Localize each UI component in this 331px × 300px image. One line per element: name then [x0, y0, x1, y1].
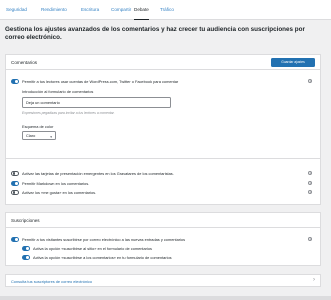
tab-escritura[interactable]: Escritura — [81, 0, 99, 20]
subscribers-link-card[interactable]: Consulta tus suscriptores de correo elec… — [5, 274, 321, 287]
tab-debate[interactable]: Debate — [134, 0, 149, 20]
social-login-label: Permitir a tus lectores usar cuentas de … — [22, 79, 179, 84]
social-login-toggle[interactable] — [11, 79, 19, 84]
toggle-knob — [12, 172, 16, 176]
toggle-knob — [15, 79, 19, 83]
subscriptions-card-header: Suscripciones — [6, 213, 320, 228]
tab-rendimiento[interactable]: Rendimiento — [41, 0, 67, 20]
comments-card-header: Comentarios Guardar ajustes — [6, 55, 320, 70]
subscriptions-heading: Suscripciones — [11, 218, 40, 223]
save-settings-button[interactable]: Guardar ajustes — [271, 58, 315, 67]
hovercards-toggle[interactable] — [11, 171, 19, 176]
chevron-down-icon: ▾ — [50, 134, 52, 139]
divider — [6, 158, 320, 159]
tab-trafico[interactable]: Tráfico — [160, 0, 174, 20]
info-icon[interactable]: i — [308, 79, 313, 84]
markdown-toggle[interactable] — [11, 181, 19, 186]
toggle-knob — [15, 181, 19, 185]
toggle-knob — [26, 246, 30, 250]
site-subscription-label: Activa la opción «suscribirse al sitio» … — [33, 246, 152, 251]
site-subscription-toggle[interactable] — [22, 246, 30, 251]
info-icon[interactable]: i — [308, 171, 313, 176]
section-tabs: Seguridad Rendimiento Escritura Comparti… — [0, 0, 331, 20]
info-icon[interactable]: i — [308, 237, 313, 242]
toggle-knob — [26, 255, 30, 259]
page-title: Gestiona los ajustes avanzados de los co… — [5, 26, 305, 42]
color-scheme-value: Claro — [26, 133, 36, 138]
subscriptions-toggle[interactable] — [11, 237, 19, 242]
comments-heading: Comentarios — [11, 60, 38, 65]
info-icon[interactable]: i — [308, 190, 313, 195]
intro-label: Introducción al formulario de comentario… — [22, 89, 94, 94]
subscribers-link[interactable]: Consulta tus suscriptores de correo elec… — [11, 279, 92, 284]
info-icon[interactable]: i — [308, 181, 313, 186]
toggle-knob — [15, 237, 19, 241]
comment-subscription-label: Activa la opción «suscribirse a los come… — [33, 255, 172, 260]
tab-compartir[interactable]: Compartir — [111, 0, 131, 20]
comments-card: Comentarios Guardar ajustes Permitir a t… — [5, 54, 321, 205]
chevron-right-icon: › — [313, 277, 315, 283]
intro-hint: Expresiones pegadizas para incitar a tus… — [22, 111, 115, 115]
comment-subscription-toggle[interactable] — [22, 255, 30, 260]
comment-likes-toggle[interactable] — [11, 190, 19, 195]
subscriptions-card: Suscripciones Permitir a tus visitantes … — [5, 212, 321, 266]
toggle-knob — [12, 191, 16, 195]
tab-seguridad[interactable]: Seguridad — [6, 0, 27, 20]
comment-likes-label: Activar los «me gusta» en los comentario… — [22, 190, 97, 195]
intro-input[interactable] — [22, 97, 171, 108]
color-scheme-label: Esquema de color — [22, 124, 54, 129]
footer-strip — [0, 296, 331, 300]
subscriptions-label: Permitir a tus visitantes suscribirse po… — [22, 237, 186, 242]
markdown-label: Permitir Markdown en los comentarios. — [22, 181, 90, 186]
hovercards-label: Activar las tarjetas de presentación eme… — [22, 171, 174, 176]
color-scheme-select[interactable]: Claro ▾ — [22, 131, 56, 140]
